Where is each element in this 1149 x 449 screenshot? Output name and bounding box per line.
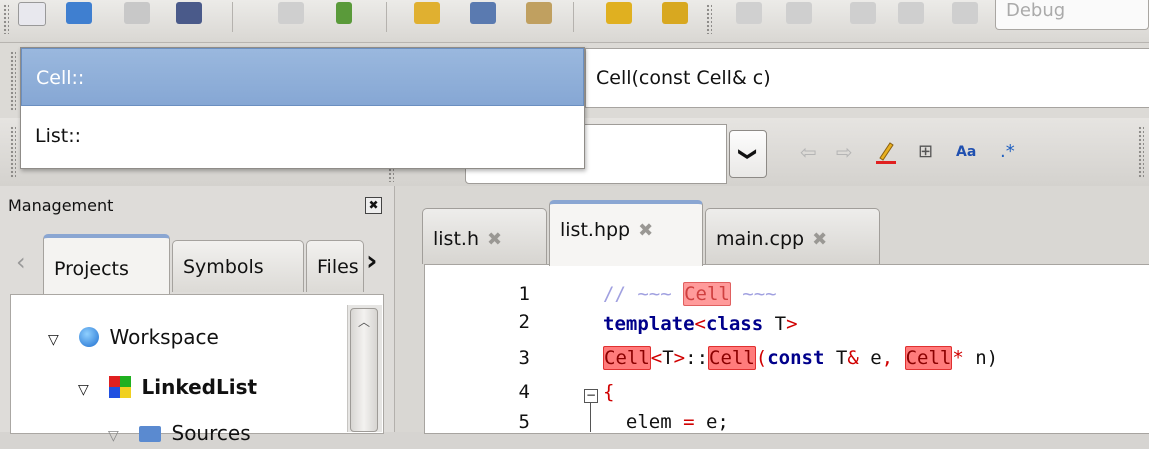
tab-files[interactable]: Files	[306, 240, 364, 292]
tree-item-label: LinkedList	[141, 375, 258, 399]
find-previous-icon[interactable]: ⇦	[800, 140, 817, 164]
find-next-icon[interactable]: ⇨	[836, 140, 853, 164]
match-case-icon[interactable]: Aa	[956, 140, 976, 164]
function-select[interactable]: Cell(const Cell& c)	[585, 48, 1149, 108]
folder-icon	[139, 426, 162, 442]
tab-scroll-left-icon[interactable]: ‹	[16, 248, 26, 276]
toolbar-grip[interactable]	[3, 4, 9, 34]
scope-dropdown-list: Cell:: List::	[20, 47, 585, 169]
tree-item-label: Sources	[171, 421, 251, 445]
tab-label: list.h	[433, 228, 479, 250]
line-number: 4	[518, 381, 530, 403]
copy-icon[interactable]	[470, 2, 496, 24]
tab-projects[interactable]: Projects	[43, 234, 170, 294]
editor-tab-list-hpp[interactable]: list.hpp ✖	[549, 200, 703, 266]
new-file-icon[interactable]	[18, 2, 46, 26]
tab-label: list.hpp	[560, 219, 631, 241]
code-line-1: // ~~~ Cell ~~~	[603, 282, 777, 306]
toolbar-grip[interactable]	[10, 126, 16, 178]
rebuild-icon[interactable]	[898, 2, 924, 24]
build-target-select[interactable]: Debug	[995, 0, 1149, 30]
highlight-pen-icon[interactable]	[876, 140, 896, 164]
scope-option-list[interactable]: List::	[21, 106, 584, 166]
line-number: 1	[518, 283, 530, 305]
scope-option-cell[interactable]: Cell::	[21, 48, 584, 106]
selected-text-only-icon[interactable]: ⊞	[918, 140, 933, 164]
expand-triangle-icon[interactable]: ▽	[108, 428, 119, 444]
abort-icon[interactable]	[952, 2, 978, 24]
close-tab-icon[interactable]: ✖	[487, 210, 502, 270]
close-icon[interactable]: ✖	[365, 197, 382, 214]
toolbar-separator	[386, 2, 387, 32]
undo-icon[interactable]	[278, 2, 304, 24]
scrollbar-thumb[interactable]: ︿	[350, 308, 378, 432]
expand-triangle-icon[interactable]: ▽	[78, 382, 89, 398]
toolbar-grip[interactable]	[388, 168, 394, 182]
build-run-icon[interactable]	[850, 2, 876, 24]
tree-item-linkedlist[interactable]: ▽ LinkedList	[78, 374, 257, 403]
code-line-3: Cell<T>::Cell(const T& e, Cell* n)	[603, 346, 999, 370]
code-line-2: template<class T>	[603, 313, 798, 335]
chevron-down-icon: ❯	[738, 146, 759, 162]
save-icon[interactable]	[124, 2, 150, 24]
tree-item-label: Workspace	[109, 325, 219, 349]
toolbar-separator	[573, 2, 574, 32]
line-number: 3	[518, 347, 530, 369]
tab-label: main.cpp	[716, 228, 805, 250]
code-line-5: elem = e;	[603, 411, 729, 433]
editor-tab-main-cpp[interactable]: main.cpp ✖	[705, 208, 880, 264]
close-tab-icon[interactable]: ✖	[812, 210, 827, 270]
paste-icon[interactable]	[526, 2, 552, 24]
toolbar-grip[interactable]	[1138, 126, 1144, 178]
replace-icon[interactable]	[662, 2, 688, 24]
fold-toggle-icon[interactable]: −	[584, 389, 598, 403]
tab-scroll-right-icon[interactable]: ›	[366, 244, 378, 277]
project-tree	[10, 294, 384, 434]
management-title: Management	[8, 196, 114, 215]
open-folder-icon[interactable]	[66, 2, 92, 24]
main-toolbar	[0, 0, 1149, 43]
expand-triangle-icon[interactable]: ▽	[48, 332, 59, 348]
tree-item-sources[interactable]: ▽ Sources	[108, 420, 251, 449]
find-icon[interactable]	[606, 2, 632, 24]
build-icon[interactable]	[736, 2, 762, 24]
tree-item-workspace[interactable]: ▽ Workspace	[48, 324, 219, 353]
line-number: 5	[518, 411, 530, 433]
toolbar-separator	[232, 2, 233, 32]
regex-icon[interactable]: .*	[1000, 140, 1015, 164]
close-tab-icon[interactable]: ✖	[638, 205, 653, 257]
run-icon[interactable]	[786, 2, 812, 24]
tab-symbols[interactable]: Symbols	[172, 240, 304, 292]
toolbar-grip[interactable]	[706, 4, 712, 34]
editor-tab-list-h[interactable]: list.h ✖	[422, 208, 547, 264]
save-all-icon[interactable]	[176, 2, 202, 24]
line-number: 2	[518, 311, 530, 333]
fold-line	[590, 402, 591, 432]
cut-icon[interactable]	[414, 2, 440, 24]
redo-icon[interactable]	[336, 2, 352, 24]
workspace-globe-icon	[79, 327, 100, 347]
toolbar-grip[interactable]	[10, 51, 16, 111]
code-line-4: {	[603, 381, 615, 403]
project-colorful-icon	[109, 376, 132, 398]
search-history-button[interactable]: ❯	[729, 130, 767, 178]
